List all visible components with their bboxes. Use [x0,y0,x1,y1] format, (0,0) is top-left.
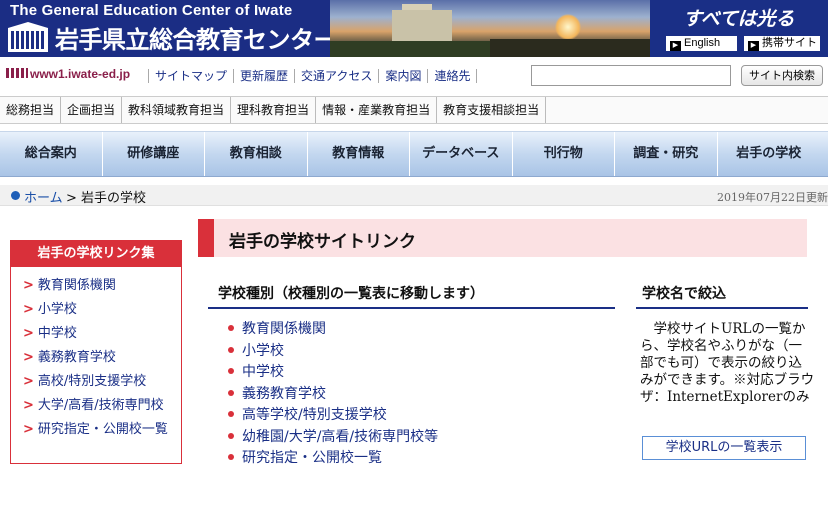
nav-research[interactable]: 調査・研究 [615,132,718,176]
dept-tab-support[interactable]: 教育支援相談担当 [437,97,547,123]
bullet-icon [11,191,20,200]
link-contact[interactable]: 連絡先 [427,69,478,83]
chevron-right-icon: > [23,422,34,437]
dept-tab-info-industry[interactable]: 情報・産業教育担当 [316,97,438,123]
play-icon: ▶ [670,41,681,51]
utility-links: サイトマップ 更新履歴 交通アクセス 案内図 連絡先 [148,67,478,84]
bullet-icon [228,368,234,374]
sidebar-item-university[interactable]: > 大学/高看/技術専門校 [23,394,181,418]
dept-tab-general[interactable]: 総務担当 [0,97,62,123]
link-history[interactable]: 更新履歴 [233,69,295,83]
school-url-list-button[interactable]: 学校URLの一覧表示 [642,436,806,460]
utility-bar: www1.iwate-ed.jp サイトマップ 更新履歴 交通アクセス 案内図 連絡先 … [0,61,828,89]
school-types-heading: 学校種別（校種別の一覧表に移動します） [208,281,615,309]
filter-heading: 学校名で絞込 [636,281,808,309]
type-link-kinder-university[interactable]: 幼稚園/大学/高看/技術専門校等 [228,426,438,448]
nav-database[interactable]: データベース [410,132,513,176]
sidebar-item-compulsory[interactable]: > 義務教育学校 [23,346,181,370]
site-search-button[interactable]: サイト内検索 [741,65,823,86]
chevron-right-icon: > [23,374,34,389]
type-link-research-schools[interactable]: 研究指定・公開校一覧 [228,447,438,469]
bullet-icon [228,389,234,396]
mobile-site-button[interactable]: ▶ 携帯サイト [744,36,820,51]
page-title: 岩手の学校サイトリンク [229,232,416,252]
site-url-logo[interactable]: www1.iwate-ed.jp [6,67,130,81]
breadcrumb: ホーム > 岩手の学校 2019年07月22日更新 [0,185,828,206]
school-types-list: 教育関係機関 小学校 中学校 義務教育学校 高等学校/特別支援学校 幼稚園/大学… [228,318,438,469]
updated-date: 2019年07月22日更新 [717,191,828,204]
bullet-icon [228,411,234,417]
link-access[interactable]: 交通アクセス [294,69,379,83]
bullet-icon [228,325,234,331]
english-button[interactable]: ▶ English [666,36,737,51]
header-photo [330,0,650,57]
bullet-icon [228,454,234,460]
english-label: English [684,37,721,49]
stripe-icon [6,68,28,78]
header-banner: The General Education Center of Iwate 岩手… [0,0,828,57]
sidebar-item-edu-orgs[interactable]: > 教育関係機関 [23,274,181,298]
dept-tab-science[interactable]: 理科教育担当 [231,97,317,123]
chevron-right-icon: > [23,350,34,365]
type-link-edu-orgs[interactable]: 教育関係機関 [228,318,438,340]
chevron-right-icon: > [23,326,34,341]
sidebar-item-research-schools[interactable]: > 研究指定・公開校一覧 [23,418,181,442]
sidebar-item-elementary[interactable]: > 小学校 [23,298,181,322]
bullet-icon [228,432,234,439]
org-name-jp: 岩手県立総合教育センター [55,26,338,54]
search-input[interactable] [531,65,731,86]
org-name-en: The General Education Center of Iwate [10,2,293,19]
chevron-right-icon: > [23,398,34,413]
nav-publications[interactable]: 刊行物 [513,132,615,176]
nav-overview[interactable]: 総合案内 [0,132,103,176]
sidebar-item-high-special[interactable]: > 高校/特別支援学校 [23,370,181,394]
breadcrumb-current: > 岩手の学校 [66,191,147,206]
nav-edu-info[interactable]: 教育情報 [308,132,410,176]
sidebar-item-junior-high[interactable]: > 中学校 [23,322,181,346]
nav-counseling[interactable]: 教育相談 [205,132,308,176]
nav-iwate-schools[interactable]: 岩手の学校 [718,132,821,176]
department-nav: 総務担当 企画担当 教科領域教育担当 理科教育担当 情報・産業教育担当 教育支援相談担当 [0,96,828,124]
type-link-high-special[interactable]: 高等学校/特別支援学校 [228,404,438,426]
bullet-icon [228,346,234,353]
mobile-label: 携帯サイト [762,37,817,49]
school-links-sidebar: 岩手の学校リンク集 > 教育関係機関 > 小学校 > 中学校 > 義務教育学校 > 高校/… [10,240,182,464]
nav-training[interactable]: 研修講座 [103,132,205,176]
breadcrumb-home[interactable]: ホーム [24,187,63,206]
page-title-box: 岩手の学校サイトリンク [198,219,807,257]
type-link-compulsory[interactable]: 義務教育学校 [228,383,438,405]
link-map[interactable]: 案内図 [378,69,428,83]
chevron-right-icon: > [23,302,34,317]
center-logo-icon [8,22,48,52]
type-link-junior-high[interactable]: 中学校 [228,361,438,383]
sidebar-title: 岩手の学校リンク集 [11,241,181,267]
site-logo[interactable]: The General Education Center of Iwate 岩手… [0,0,338,57]
type-link-elementary[interactable]: 小学校 [228,340,438,362]
link-sitemap[interactable]: サイトマップ [148,69,234,83]
sidebar-list: > 教育関係機関 > 小学校 > 中学校 > 義務教育学校 > 高校/特別支援学校 > 大学… [11,267,181,442]
slogan-text: すべては光る [683,8,795,30]
dept-tab-planning[interactable]: 企画担当 [61,97,123,123]
filter-description: 学校サイトURLの一覧から、学校名やふりがな（一部でも可）で表示の絞り込みができ… [640,321,815,405]
dept-tab-subjects[interactable]: 教科領域教育担当 [122,97,232,123]
play-icon: ▶ [748,41,759,51]
global-nav: 総合案内 研修講座 教育相談 教育情報 データベース 刊行物 調査・研究 岩手の… [0,131,828,177]
chevron-right-icon: > [23,278,34,293]
